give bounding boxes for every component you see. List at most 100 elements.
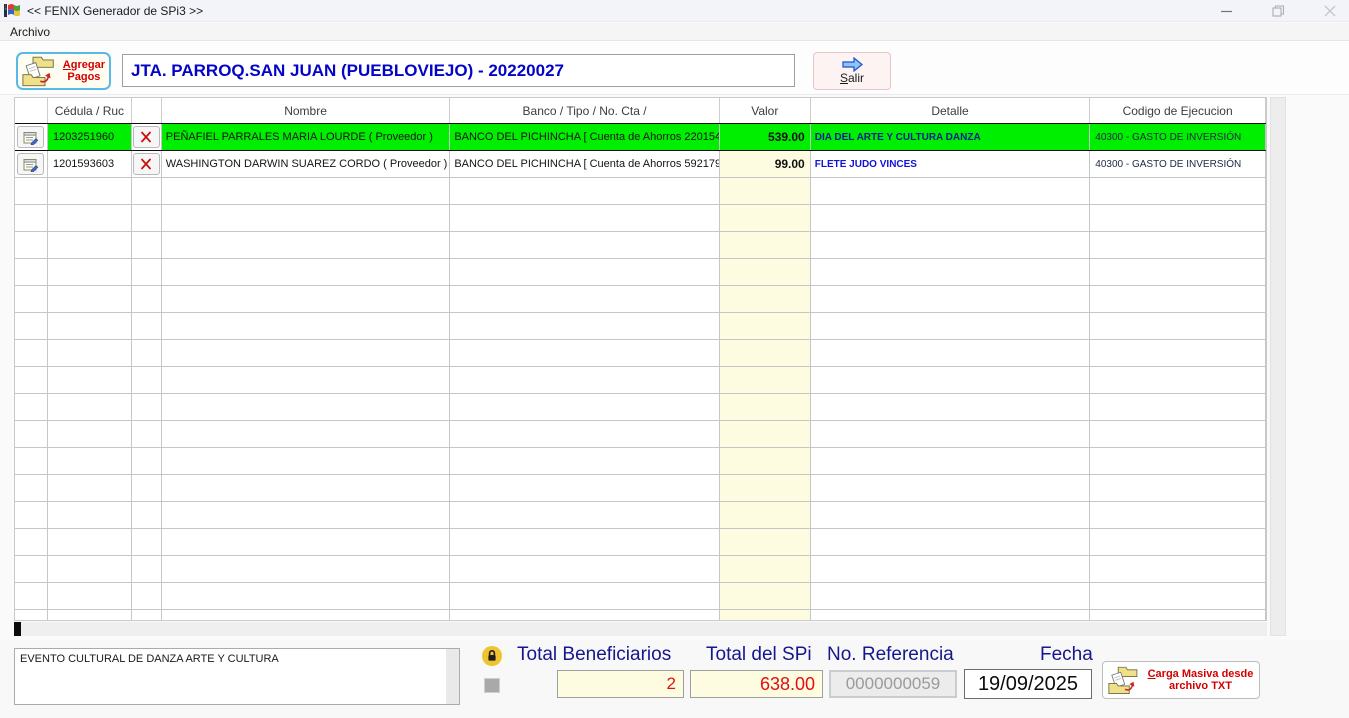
empty-cell <box>719 259 811 285</box>
empty-cell <box>161 502 451 528</box>
table-row-empty <box>15 583 1266 610</box>
vertical-scrollbar[interactable] <box>1270 97 1286 636</box>
empty-cell <box>719 205 811 231</box>
table-row[interactable]: 1203251960 PEÑAFIEL PARRALES MARIA LOURD… <box>15 123 1266 151</box>
empty-cell <box>1090 556 1266 582</box>
app-icon <box>4 4 20 17</box>
descripcion-textarea[interactable]: EVENTO CULTURAL DE DANZA ARTE Y CULTURA <box>14 648 460 705</box>
empty-cell <box>810 313 1091 339</box>
empty-cell <box>131 583 162 609</box>
empty-cell <box>1090 529 1266 555</box>
codigo-cell: 40300 - GASTO DE INVERSIÓN <box>1090 151 1266 177</box>
table-row-empty <box>15 286 1266 313</box>
empty-cell <box>161 556 451 582</box>
total-spi-label: Total del SPi <box>706 644 812 665</box>
agregar-pagos-label: Agregar Pagos <box>62 59 105 83</box>
no-referencia-label: No. Referencia <box>827 644 954 665</box>
empty-cell <box>15 421 48 447</box>
empty-cell <box>161 340 451 366</box>
empty-cell <box>810 232 1091 258</box>
agregar-pagos-button[interactable]: Agregar Pagos <box>16 52 111 90</box>
empty-cell <box>47 340 132 366</box>
empty-cell <box>161 313 451 339</box>
menu-archivo[interactable]: Archivo <box>0 25 60 39</box>
empty-cell <box>15 205 48 231</box>
payments-grid: Cédula / Ruc Nombre Banco / Tipo / No. C… <box>14 97 1267 621</box>
empty-cell <box>1090 313 1266 339</box>
empty-cell <box>131 232 162 258</box>
salir-label: Salir <box>839 71 865 85</box>
empty-cell <box>450 448 720 474</box>
delete-row-button[interactable] <box>132 126 160 148</box>
close-icon <box>1324 5 1336 17</box>
empty-cell <box>15 340 48 366</box>
empty-cell <box>1090 610 1266 620</box>
salir-button[interactable]: Salir <box>813 52 891 90</box>
empty-cell <box>47 259 132 285</box>
empty-cell <box>15 259 48 285</box>
delete-x-icon <box>141 158 152 170</box>
detalle-cell: DIA DEL ARTE Y CULTURA DANZA <box>810 124 1091 150</box>
empty-cell <box>47 583 132 609</box>
total-beneficiarios-label: Total Beneficiarios <box>517 644 672 665</box>
status-square <box>484 678 500 693</box>
empty-cell <box>1090 583 1266 609</box>
empty-cell <box>131 394 162 420</box>
empty-cell <box>810 259 1091 285</box>
banco-cell: BANCO DEL PICHINCHA [ Cuenta de Ahorros … <box>450 124 720 150</box>
col-codigo: Codigo de Ejecucion <box>1090 98 1266 123</box>
edit-row-button[interactable] <box>17 126 45 148</box>
header-spacer <box>15 98 48 123</box>
table-body: 1203251960 PEÑAFIEL PARRALES MARIA LOURD… <box>15 123 1266 620</box>
entity-title-input[interactable] <box>122 54 795 87</box>
descripcion-scrollbar[interactable] <box>446 649 459 704</box>
cedula-cell: 1203251960 <box>47 124 132 150</box>
empty-cell <box>15 286 48 312</box>
table-row-empty <box>15 502 1266 529</box>
empty-cell <box>810 502 1091 528</box>
delete-row-button[interactable] <box>132 153 160 175</box>
close-button[interactable] <box>1319 2 1341 20</box>
empty-cell <box>1090 421 1266 447</box>
empty-cell <box>810 367 1091 393</box>
total-spi-field: 638.00 <box>690 670 823 698</box>
empty-cell <box>47 286 132 312</box>
empty-cell <box>131 259 162 285</box>
valor-cell: 539.00 <box>719 124 811 150</box>
minimize-button[interactable] <box>1215 2 1237 20</box>
empty-cell <box>1090 286 1266 312</box>
edit-row-button[interactable] <box>17 153 45 175</box>
empty-cell <box>450 286 720 312</box>
edit-form-icon <box>23 131 39 145</box>
horizontal-scrollbar[interactable] <box>14 622 1267 636</box>
empty-cell <box>810 475 1091 501</box>
table-row-empty <box>15 475 1266 502</box>
col-cedula: Cédula / Ruc <box>48 98 132 123</box>
empty-cell <box>47 502 132 528</box>
table-row-empty <box>15 232 1266 259</box>
empty-cell <box>15 448 48 474</box>
empty-cell <box>450 475 720 501</box>
table-row-empty <box>15 367 1266 394</box>
empty-cell <box>47 529 132 555</box>
empty-cell <box>450 178 720 204</box>
empty-cell <box>47 610 132 620</box>
horizontal-scrollbar-thumb[interactable] <box>14 622 21 636</box>
empty-cell <box>1090 178 1266 204</box>
empty-cell <box>810 394 1091 420</box>
toolbar: Agregar Pagos Salir <box>0 41 1349 95</box>
carga-masiva-button[interactable]: Carga Masiva desde archivo TXT <box>1102 661 1260 699</box>
table-row[interactable]: 1201593603 WASHINGTON DARWIN SUAREZ CORD… <box>15 151 1266 178</box>
empty-cell <box>719 529 811 555</box>
fecha-field[interactable]: 19/09/2025 <box>964 669 1092 699</box>
table-row-empty <box>15 394 1266 421</box>
empty-cell <box>450 529 720 555</box>
restore-button[interactable] <box>1267 2 1289 20</box>
empty-cell <box>131 313 162 339</box>
empty-cell <box>131 475 162 501</box>
empty-cell <box>47 232 132 258</box>
edit-cell <box>15 151 48 177</box>
empty-cell <box>131 610 162 620</box>
empty-cell <box>161 367 451 393</box>
col-nombre: Nombre <box>162 98 451 123</box>
